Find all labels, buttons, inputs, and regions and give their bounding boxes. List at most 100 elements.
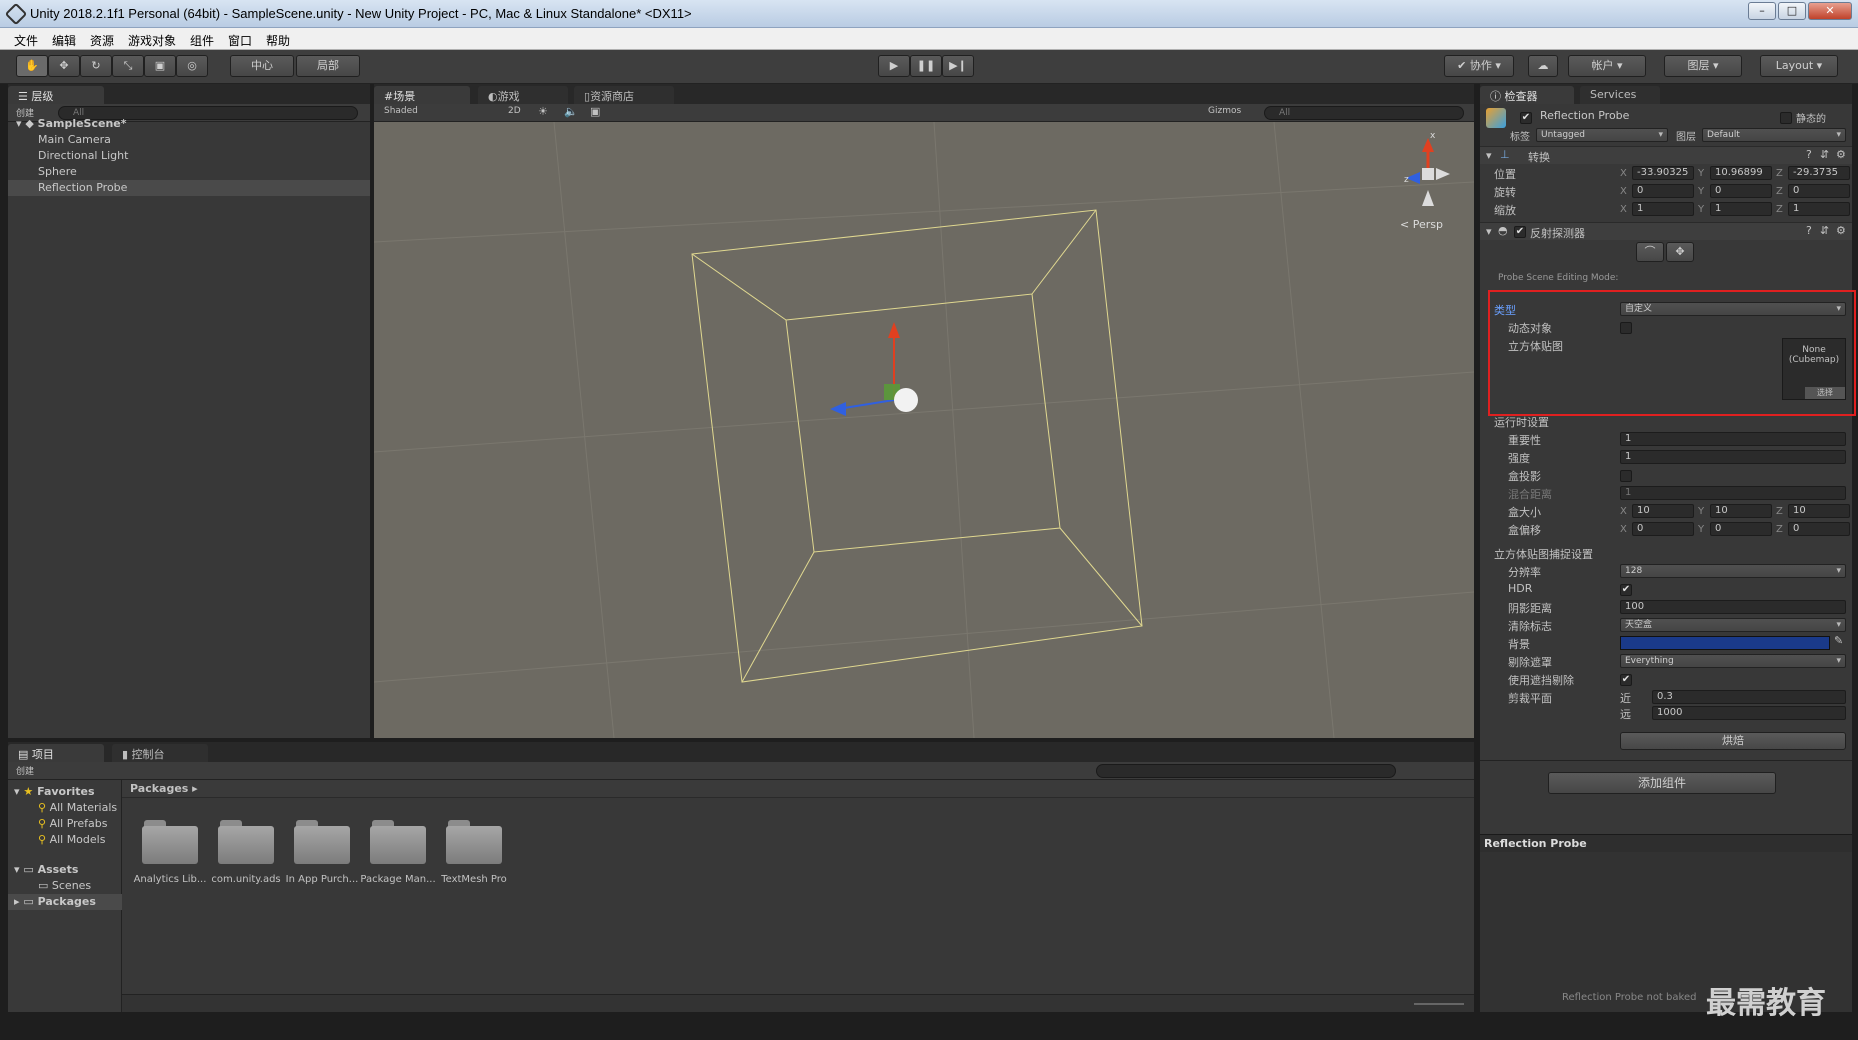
folder-scenes[interactable]: ▭ Scenes (8, 878, 91, 894)
bake-button[interactable]: 烘焙 (1620, 732, 1846, 750)
collab-dropdown[interactable]: ✔ 协作 ▾ (1444, 55, 1514, 77)
shadow-distance-field[interactable]: 100 (1620, 600, 1846, 614)
hierarchy-item-main-camera[interactable]: Main Camera (8, 132, 370, 148)
hand-tool-icon[interactable]: ✋ (16, 55, 48, 77)
rect-tool-icon[interactable]: ▣ (144, 55, 176, 77)
gear-icon[interactable]: ⚙ (1836, 224, 1846, 237)
rotate-tool-icon[interactable]: ↻ (80, 55, 112, 77)
package-folder-analytics[interactable] (142, 818, 198, 864)
cubemap-select-button[interactable]: 选择 (1805, 387, 1845, 399)
near-plane-field[interactable]: 0.3 (1652, 690, 1846, 704)
scale-x-field[interactable]: 1 (1632, 202, 1694, 216)
tab-inspector[interactable]: ⓘ 检查器 (1480, 86, 1574, 104)
type-dropdown[interactable]: 自定义 (1620, 302, 1846, 316)
play-button[interactable]: ▶ (878, 55, 910, 77)
layer-dropdown[interactable]: Default (1702, 128, 1846, 142)
pivot-center-button[interactable]: 中心 (230, 55, 294, 77)
menu-assets[interactable]: 资源 (90, 32, 114, 49)
hierarchy-item-directional-light[interactable]: Directional Light (8, 148, 370, 164)
preview-header[interactable]: Reflection Probe (1480, 834, 1852, 852)
probe-enabled-checkbox[interactable]: ✔ (1514, 226, 1526, 238)
scene-viewport[interactable]: x z < Persp (374, 122, 1474, 738)
culling-mask-dropdown[interactable]: Everything (1620, 654, 1846, 668)
layers-dropdown[interactable]: 图层 ▾ (1664, 55, 1742, 77)
assets-row[interactable]: ▾ ▭ Assets (8, 862, 78, 878)
layout-dropdown[interactable]: Layout ▾ (1760, 55, 1838, 77)
menu-edit[interactable]: 编辑 (52, 32, 76, 49)
account-dropdown[interactable]: 帐户 ▾ (1568, 55, 1646, 77)
cloud-icon[interactable]: ☁ (1528, 55, 1558, 77)
menu-gameobject[interactable]: 游戏对象 (128, 32, 176, 49)
tab-services[interactable]: Services (1580, 86, 1660, 104)
background-color-swatch[interactable] (1620, 636, 1830, 650)
eyedropper-icon[interactable]: ✎ (1834, 634, 1843, 647)
importance-field[interactable]: 1 (1620, 432, 1846, 446)
reflection-probe-header[interactable]: ▾ ◓ ✔ 反射探测器 ? ⇵ ⚙ (1480, 222, 1852, 240)
help-icon[interactable]: ? (1806, 148, 1812, 161)
move-tool-icon[interactable]: ✥ (48, 55, 80, 77)
favorite-all-materials[interactable]: ⚲ All Materials (8, 800, 117, 816)
transform-tool-icon[interactable]: ◎ (176, 55, 208, 77)
scale-y-field[interactable]: 1 (1710, 202, 1772, 216)
position-x-field[interactable]: -33.90325 (1632, 166, 1694, 180)
edit-origin-icon[interactable]: ✥ (1666, 242, 1694, 262)
box-projection-checkbox[interactable] (1620, 470, 1632, 482)
shading-mode-dropdown[interactable]: Shaded (384, 106, 418, 116)
package-folder-textmesh-pro[interactable] (446, 818, 502, 864)
resolution-dropdown[interactable]: 128 (1620, 564, 1846, 578)
hierarchy-item-sphere[interactable]: Sphere (8, 164, 370, 180)
hdr-checkbox[interactable]: ✔ (1620, 584, 1632, 596)
gizmos-dropdown[interactable]: Gizmos (1208, 106, 1241, 116)
scale-tool-icon[interactable]: ⤡ (112, 55, 144, 77)
intensity-field[interactable]: 1 (1620, 450, 1846, 464)
position-y-field[interactable]: 10.96899 (1710, 166, 1772, 180)
project-search-input[interactable] (1096, 764, 1396, 778)
scene-row[interactable]: ▾ ◆ SampleScene* (8, 116, 370, 132)
favorite-all-models[interactable]: ⚲ All Models (8, 832, 105, 848)
rotation-y-field[interactable]: 0 (1710, 184, 1772, 198)
tab-scene[interactable]: #场景 (374, 86, 470, 104)
scale-z-field[interactable]: 1 (1788, 202, 1850, 216)
hierarchy-item-reflection-probe[interactable]: Reflection Probe (8, 180, 370, 196)
pause-button[interactable]: ❚❚ (910, 55, 942, 77)
package-folder-package-manager[interactable] (370, 818, 426, 864)
preset-icon[interactable]: ⇵ (1820, 148, 1829, 161)
gear-icon[interactable]: ⚙ (1836, 148, 1846, 161)
tab-game[interactable]: ◐游戏 (478, 86, 568, 104)
preset-icon[interactable]: ⇵ (1820, 224, 1829, 237)
favorites-row[interactable]: ▾ ★ Favorites (8, 784, 95, 800)
box-offset-z-field[interactable]: 0 (1788, 522, 1850, 536)
clear-flags-dropdown[interactable]: 天空盒 (1620, 618, 1846, 632)
edit-bounds-icon[interactable]: ⌒ (1636, 242, 1664, 262)
box-size-z-field[interactable]: 10 (1788, 504, 1850, 518)
audio-toggle-icon[interactable]: 🔈 (564, 105, 578, 118)
tab-asset-store[interactable]: ▯资源商店 (574, 86, 674, 104)
tab-hierarchy[interactable]: ☰ 层级 (8, 86, 104, 104)
breadcrumb-packages[interactable]: Packages ▸ (130, 782, 198, 795)
transform-header[interactable]: ▾ ⊥ 转换 ? ⇵ ⚙ (1480, 146, 1852, 164)
lighting-toggle-icon[interactable]: ☀ (538, 105, 548, 118)
tag-dropdown[interactable]: Untagged (1536, 128, 1668, 142)
static-checkbox[interactable] (1780, 112, 1792, 124)
box-offset-x-field[interactable]: 0 (1632, 522, 1694, 536)
dynamic-objects-checkbox[interactable] (1620, 322, 1632, 334)
rotation-z-field[interactable]: 0 (1788, 184, 1850, 198)
package-folder-ads[interactable] (218, 818, 274, 864)
tab-console[interactable]: ▮ 控制台 (112, 744, 208, 762)
active-checkbox[interactable]: ✔ (1520, 112, 1532, 124)
object-name-field[interactable]: Reflection Probe (1536, 110, 1756, 124)
scene-search-input[interactable]: All (1264, 106, 1464, 120)
box-offset-y-field[interactable]: 0 (1710, 522, 1772, 536)
packages-row[interactable]: ▸ ▭ Packages (8, 894, 122, 910)
pivot-local-button[interactable]: 局部 (296, 55, 360, 77)
menu-file[interactable]: 文件 (14, 32, 38, 49)
menu-help[interactable]: 帮助 (266, 32, 290, 49)
close-button[interactable]: ✕ (1808, 2, 1852, 20)
step-button[interactable]: ▶❙ (942, 55, 974, 77)
rotation-x-field[interactable]: 0 (1632, 184, 1694, 198)
menu-window[interactable]: 窗口 (228, 32, 252, 49)
blend-distance-field[interactable]: 1 (1620, 486, 1846, 500)
position-z-field[interactable]: -29.3735 (1788, 166, 1850, 180)
help-icon[interactable]: ? (1806, 224, 1812, 237)
add-component-button[interactable]: 添加组件 (1548, 772, 1776, 794)
